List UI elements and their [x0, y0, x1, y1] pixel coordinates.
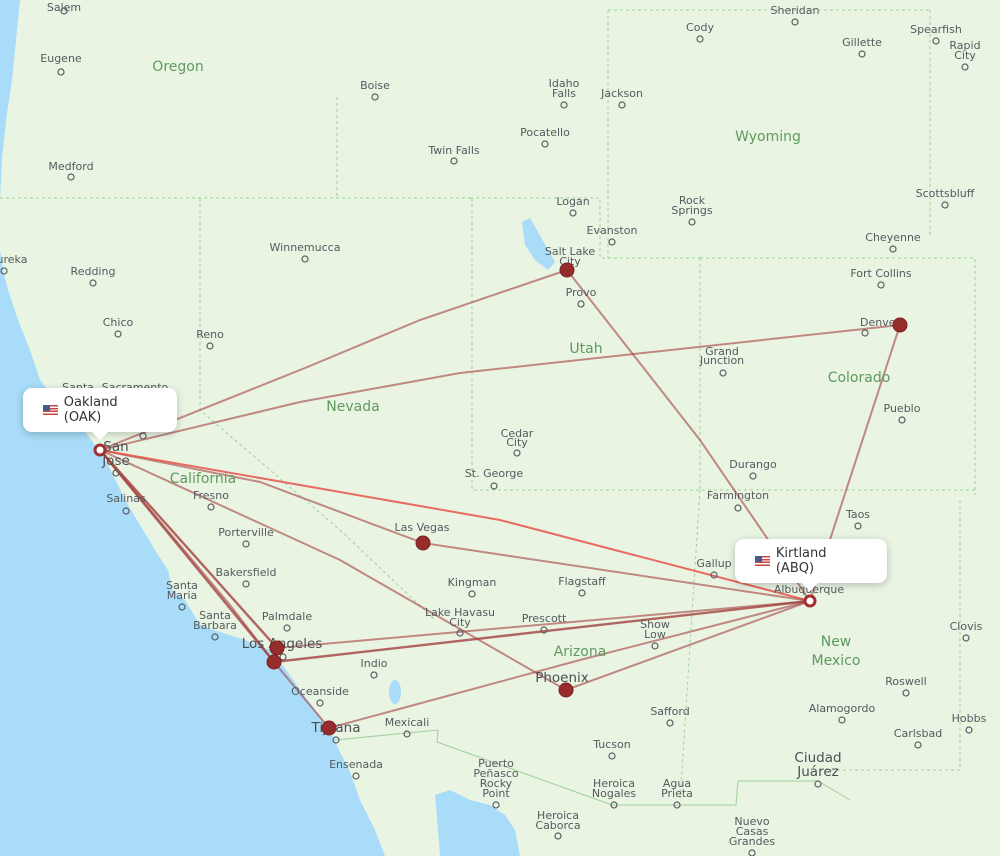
city-label: Caborca [535, 819, 580, 832]
airport-marker-denver[interactable] [892, 317, 908, 333]
city-label: Evanston [587, 224, 638, 237]
city-label: Kingman [448, 576, 497, 589]
city-label: Chico [103, 316, 134, 329]
city-label: Point [482, 787, 510, 800]
city-label: Spearfish [910, 23, 962, 36]
airport-marker-salt-lake-city[interactable] [559, 262, 575, 278]
city-label: Carlsbad [894, 727, 942, 740]
destination-airport-label: Kirtland (ABQ) [775, 546, 827, 576]
state-label-arizona: Arizona [554, 644, 607, 660]
city-label: Low [644, 628, 666, 641]
airport-marker-oakland[interactable] [93, 443, 107, 457]
state-label-nevada: Nevada [326, 399, 379, 415]
city-label: Medford [48, 160, 93, 173]
city-label: Gallup [696, 557, 731, 570]
city-label: Palmdale [262, 610, 312, 623]
city-label: Falls [552, 87, 576, 100]
city-label: Twin Falls [427, 144, 480, 157]
city-label: Indio [361, 657, 388, 670]
city-label: Oceanside [291, 685, 349, 698]
state-label-utah: Utah [569, 341, 602, 357]
city-label: Jackson [600, 87, 643, 100]
destination-airport-callout[interactable]: Kirtland (ABQ) [735, 539, 887, 591]
city-label: Grandes [729, 835, 776, 848]
city-label: Logan [556, 195, 589, 208]
origin-airport-label: Oakland (OAK) [63, 395, 118, 425]
city-label: Durango [729, 458, 777, 471]
city-label: Gillette [842, 36, 882, 49]
city-label: Eugene [40, 52, 82, 65]
us-flag-icon [43, 405, 58, 415]
city-label: Cody [686, 21, 714, 34]
city-label: Nogales [592, 787, 637, 800]
city-label: Provo [566, 286, 597, 299]
city-label: Prieta [661, 787, 693, 800]
origin-airport-callout[interactable]: Oakland (OAK) [23, 388, 177, 440]
state-label-california: California [170, 471, 236, 487]
city-label: Hobbs [952, 712, 987, 725]
city-label: Fresno [193, 489, 229, 502]
city-label: Alamogordo [809, 702, 876, 715]
city-label: Roswell [885, 675, 927, 688]
city-label: Ensenada [329, 758, 383, 771]
state-label-colorado: Colorado [828, 370, 891, 386]
state-label-oregon: Oregon [152, 59, 203, 75]
city-label: ureka [0, 253, 27, 266]
city-label: Barbara [193, 619, 237, 632]
city-label: City [449, 616, 471, 629]
airport-marker-kirtland[interactable] [803, 594, 817, 608]
city-label: Taos [845, 508, 870, 521]
airport-marker-los-angeles-south[interactable] [266, 654, 282, 670]
city-label: Safford [650, 705, 689, 718]
city-label: Sheridan [771, 4, 820, 17]
city-label: Prescott [522, 612, 567, 625]
city-label: Redding [71, 265, 116, 278]
airport-marker-tijuana[interactable] [321, 720, 337, 736]
state-label-new-mexico-line2: Mexico [812, 653, 861, 669]
airport-marker-phoenix[interactable] [558, 682, 574, 698]
city-label: Jose [101, 453, 130, 469]
city-label: St. George [465, 467, 524, 480]
city-label: Phoenix [535, 670, 589, 686]
state-label-new-mexico-line1: New [821, 634, 852, 650]
city-label: Junction [699, 354, 744, 367]
city-label: Springs [671, 204, 712, 217]
city-label: Winnemucca [270, 241, 341, 254]
city-label: City [954, 49, 976, 62]
city-label: Fort Collins [850, 267, 912, 280]
city-label: Juárez [796, 764, 838, 780]
city-label: Pueblo [884, 402, 921, 415]
city-label: Maria [167, 589, 198, 602]
city-label: City [506, 436, 528, 449]
city-label: Scottsbluff [916, 187, 975, 200]
city-label: Cheyenne [865, 231, 921, 244]
city-label: Tucson [592, 738, 631, 751]
city-label: Pocatello [520, 126, 570, 139]
city-label: Porterville [218, 526, 274, 539]
city-label: Bakersfield [215, 566, 276, 579]
airport-marker-las-vegas[interactable] [415, 535, 431, 551]
city-label: Salinas [106, 492, 146, 505]
city-label: Reno [196, 328, 224, 341]
city-label: Boise [360, 79, 390, 92]
city-label: Mexicali [385, 716, 430, 729]
city-label: Flagstaff [558, 575, 606, 588]
airport-marker-los-angeles-north[interactable] [269, 640, 285, 656]
us-flag-icon [755, 556, 770, 566]
city-label: Clovis [950, 620, 983, 633]
city-label: Farmington [707, 489, 769, 502]
salton-sea [389, 680, 401, 704]
state-label-wyoming: Wyoming [735, 129, 801, 145]
city-label: Las Vegas [395, 521, 450, 534]
